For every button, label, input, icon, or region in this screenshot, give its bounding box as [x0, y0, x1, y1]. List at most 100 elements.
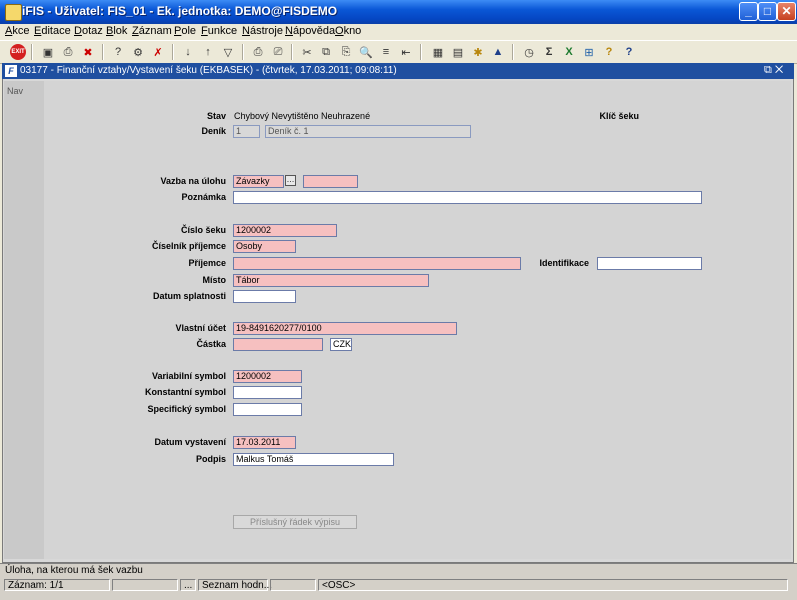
- podpis-field[interactable]: Malkus Tomáš: [233, 453, 394, 466]
- menu-akce[interactable]: Akce: [5, 25, 29, 37]
- query-icon[interactable]: ?: [110, 44, 126, 60]
- sort-desc-icon[interactable]: ↑: [200, 44, 216, 60]
- podpis-label: Podpis: [195, 454, 226, 464]
- printer-icon[interactable]: ⎙: [250, 44, 266, 60]
- ciselnik-label: Číselník příjemce: [151, 241, 226, 251]
- identifikace-label: Identifikace: [539, 258, 589, 268]
- poznamka-field[interactable]: [233, 191, 702, 204]
- status-dots: ...: [180, 579, 196, 591]
- mena-field[interactable]: CZK: [330, 338, 352, 351]
- vlastni-ucet-label: Vlastní účet: [175, 323, 226, 333]
- specificky-symbol-label: Specifický symbol: [147, 404, 226, 414]
- datum-vystaveni-label: Datum vystavení: [154, 437, 226, 447]
- menu-napoveda[interactable]: Nápověda: [285, 25, 335, 37]
- sum-icon[interactable]: Σ: [541, 44, 557, 60]
- menu-zaznam[interactable]: Záznam: [132, 25, 172, 37]
- triangle-icon[interactable]: ▲: [490, 44, 506, 60]
- find-icon[interactable]: 🔍: [358, 44, 374, 60]
- form-window-title: 03177 - Finanční vztahy/Vystavení šeku (…: [20, 65, 397, 76]
- identifikace-field[interactable]: [597, 257, 702, 270]
- form-area: Stav Chybový Nevytištěno Neuhrazené Klíč…: [44, 81, 791, 559]
- vazba-list-button[interactable]: …: [285, 175, 296, 186]
- vazba-label: Vazba na úlohu: [160, 176, 226, 186]
- filter-icon[interactable]: ▽: [220, 44, 236, 60]
- splatnost-label: Datum splatnosti: [152, 291, 226, 301]
- specificky-symbol-field[interactable]: [233, 403, 302, 416]
- nav-label[interactable]: Nav: [7, 86, 23, 96]
- menu-nastroje[interactable]: Nástroje: [242, 25, 283, 37]
- klic-seku-label: Klíč šeku: [599, 111, 639, 121]
- status-bar: Záznam: 1/1 ... Seznam hodn... <OSC>: [0, 577, 797, 600]
- vazba-field[interactable]: Závazky: [233, 175, 284, 188]
- window-title-bar[interactable]: iFIS - Uživatel: FIS_01 - Ek. jednotka: …: [0, 0, 797, 25]
- vazba-extra-field[interactable]: [303, 175, 358, 188]
- clock-icon[interactable]: ◷: [521, 44, 537, 60]
- cislo-seku-field[interactable]: 1200002: [233, 224, 337, 237]
- status-mode: <OSC>: [318, 579, 788, 591]
- prijemce-field[interactable]: [233, 257, 521, 270]
- castka-field[interactable]: [233, 338, 323, 351]
- vlastni-ucet-field[interactable]: 19-8491620277/0100: [233, 322, 457, 335]
- minimize-button[interactable]: _: [739, 2, 758, 21]
- castka-label: Částka: [196, 339, 226, 349]
- variabilni-symbol-field[interactable]: 1200002: [233, 370, 302, 383]
- exit-icon[interactable]: EXIT: [10, 44, 26, 60]
- poznamka-label: Poznámka: [181, 192, 226, 202]
- excel-icon[interactable]: X: [561, 44, 577, 60]
- denik-label: Deník: [201, 126, 226, 136]
- menu-bar: Akce Editace Dotaz Blok Záznam Pole Funk…: [0, 24, 797, 40]
- sort-asc-icon[interactable]: ↓: [180, 44, 196, 60]
- status-list-values: Seznam hodn...: [198, 579, 272, 591]
- save-icon[interactable]: ▣: [40, 44, 56, 60]
- cislo-seku-label: Číslo šeku: [180, 225, 226, 235]
- menu-funkce[interactable]: Funkce: [201, 25, 237, 37]
- export-icon[interactable]: ⊞: [581, 44, 597, 60]
- form-window-title-bar[interactable]: F 03177 - Finanční vztahy/Vystavení šeku…: [2, 63, 794, 79]
- calculator-icon[interactable]: ▦: [430, 44, 446, 60]
- form-icon: F: [5, 65, 17, 77]
- form-window-controls[interactable]: ⧉ ✕: [764, 64, 783, 77]
- denik-name-field: Deník č. 1: [265, 125, 471, 138]
- menu-pole[interactable]: Pole: [174, 25, 196, 37]
- menu-editace[interactable]: Editace: [34, 25, 71, 37]
- whats-this-icon[interactable]: ?: [621, 44, 637, 60]
- denik-code-field: 1: [233, 125, 260, 138]
- variabilni-symbol-label: Variabilní symbol: [151, 371, 226, 381]
- cut-icon[interactable]: ✂: [299, 44, 315, 60]
- ciselnik-field[interactable]: Osoby: [233, 240, 296, 253]
- konstantni-symbol-label: Konstantní symbol: [144, 387, 226, 397]
- insert-row-icon[interactable]: ≡: [378, 44, 394, 60]
- settings-icon[interactable]: ✱: [470, 44, 486, 60]
- app-icon: [5, 4, 22, 21]
- status-record: Záznam: 1/1: [4, 579, 110, 591]
- window-title: iFIS - Uživatel: FIS_01 - Ek. jednotka: …: [22, 4, 338, 18]
- hint-text: Úloha, na kterou má šek vazbu: [5, 565, 143, 576]
- prijemce-label: Příjemce: [188, 258, 226, 268]
- status-blank-2: [270, 579, 316, 591]
- copy-icon[interactable]: ⧉: [318, 44, 334, 60]
- konstantni-symbol-field[interactable]: [233, 386, 302, 399]
- maximize-button[interactable]: □: [758, 2, 777, 21]
- paste-icon[interactable]: ⎘: [338, 44, 354, 60]
- menu-blok[interactable]: Blok: [106, 25, 127, 37]
- nav-panel[interactable]: Nav: [4, 81, 45, 559]
- status-blank-1: [112, 579, 178, 591]
- delete-row-icon[interactable]: ⇤: [398, 44, 414, 60]
- prislusny-radek-vypisu-button[interactable]: Příslušný řádek výpisu: [233, 515, 357, 529]
- delete-icon[interactable]: ✖: [80, 44, 96, 60]
- stav-label: Stav: [206, 111, 226, 121]
- datum-vystaveni-field[interactable]: 17.03.2011: [233, 436, 296, 449]
- cancel-icon[interactable]: ✗: [150, 44, 166, 60]
- execute-icon[interactable]: ⚙: [130, 44, 146, 60]
- menu-dotaz[interactable]: Dotaz: [74, 25, 103, 37]
- print-setup-icon[interactable]: ⎚: [270, 44, 286, 60]
- toolbar: EXIT ▣ ⎙ ✖ ? ⚙ ✗ ↓ ↑ ▽ ⎙ ⎚ ✂ ⧉ ⎘ 🔍 ≡ ⇤ ▦…: [0, 40, 797, 64]
- document-icon[interactable]: ▤: [450, 44, 466, 60]
- splatnost-field[interactable]: [233, 290, 296, 303]
- misto-field[interactable]: Tábor: [233, 274, 429, 287]
- help-icon[interactable]: ?: [601, 44, 617, 60]
- stav-value: Chybový Nevytištěno Neuhrazené: [234, 111, 371, 121]
- close-button[interactable]: ✕: [777, 2, 796, 21]
- print-icon[interactable]: ⎙: [60, 44, 76, 60]
- menu-okno[interactable]: Okno: [335, 25, 361, 37]
